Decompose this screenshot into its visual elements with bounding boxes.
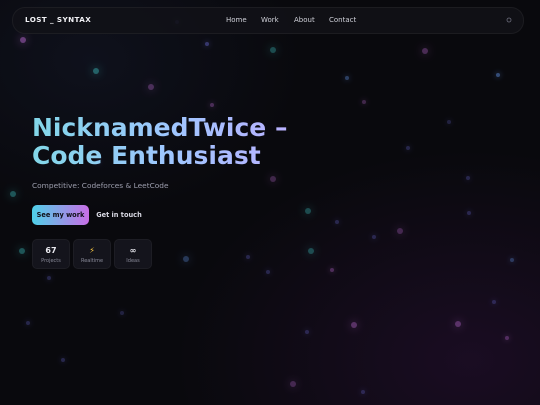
top-navbar: LOST _ SYNTAX Home Work About Contact	[12, 7, 524, 34]
particle-field	[0, 0, 540, 405]
stat-card-ideas: ∞ Ideas	[114, 239, 152, 269]
nav-link-contact[interactable]: Contact	[329, 16, 356, 24]
particle-dot	[351, 322, 357, 328]
see-my-work-button[interactable]: See my work	[32, 205, 89, 225]
particle-dot	[505, 336, 509, 340]
particle-dot	[492, 300, 496, 304]
particle-dot	[47, 276, 51, 280]
particle-dot	[397, 228, 403, 234]
particle-dot	[308, 248, 314, 254]
particle-dot	[93, 68, 99, 74]
particle-dot	[496, 73, 500, 77]
infinity-icon: ∞	[129, 246, 137, 255]
particle-dot	[120, 311, 124, 315]
brand-logo[interactable]: LOST _ SYNTAX	[25, 15, 91, 24]
particle-dot	[26, 321, 30, 325]
particle-dot	[305, 208, 311, 214]
particle-dot	[447, 120, 451, 124]
nav-link-about[interactable]: About	[294, 16, 315, 24]
stat-label: Realtime	[80, 258, 104, 264]
particle-dot	[270, 176, 276, 182]
particle-dot	[345, 76, 349, 80]
nav-link-work[interactable]: Work	[261, 16, 279, 24]
particle-dot	[19, 248, 25, 254]
hero-subtitle: Competitive: Codeforces & LeetCode	[32, 181, 169, 190]
particle-dot	[270, 47, 276, 53]
stat-label: Projects	[41, 258, 61, 264]
stat-label: Ideas	[126, 258, 140, 264]
particle-dot	[246, 255, 250, 259]
particle-dot	[210, 103, 214, 107]
get-in-touch-button[interactable]: Get in touch	[91, 205, 147, 225]
sun-icon[interactable]	[505, 16, 513, 24]
particle-dot	[266, 270, 270, 274]
particle-dot	[455, 321, 461, 327]
particle-dot	[20, 37, 26, 43]
particle-dot	[466, 176, 470, 180]
particle-dot	[362, 100, 366, 104]
nav-link-home[interactable]: Home	[226, 16, 247, 24]
particle-dot	[330, 268, 334, 272]
hero-title: NicknamedTwice – Code Enthusiast	[32, 114, 287, 170]
particle-dot	[422, 48, 428, 54]
stat-value: 67	[45, 246, 57, 255]
lightning-icon: ⚡	[89, 246, 95, 255]
stat-card-projects: 67 Projects	[32, 239, 70, 269]
particle-dot	[372, 235, 376, 239]
particle-dot	[467, 211, 471, 215]
particle-dot	[148, 84, 154, 90]
particle-dot	[305, 330, 309, 334]
particle-dot	[183, 256, 189, 262]
particle-dot	[406, 146, 410, 150]
particle-dot	[361, 390, 365, 394]
hero-title-line1: NicknamedTwice –	[32, 113, 288, 142]
particle-dot	[510, 258, 514, 262]
hero-title-line2: Code Enthusiast	[32, 141, 261, 170]
particle-dot	[205, 42, 209, 46]
stat-card-realtime: ⚡ Realtime	[73, 239, 111, 269]
particle-dot	[290, 381, 296, 387]
particle-dot	[61, 358, 65, 362]
particle-dot	[335, 220, 339, 224]
particle-dot	[10, 191, 16, 197]
